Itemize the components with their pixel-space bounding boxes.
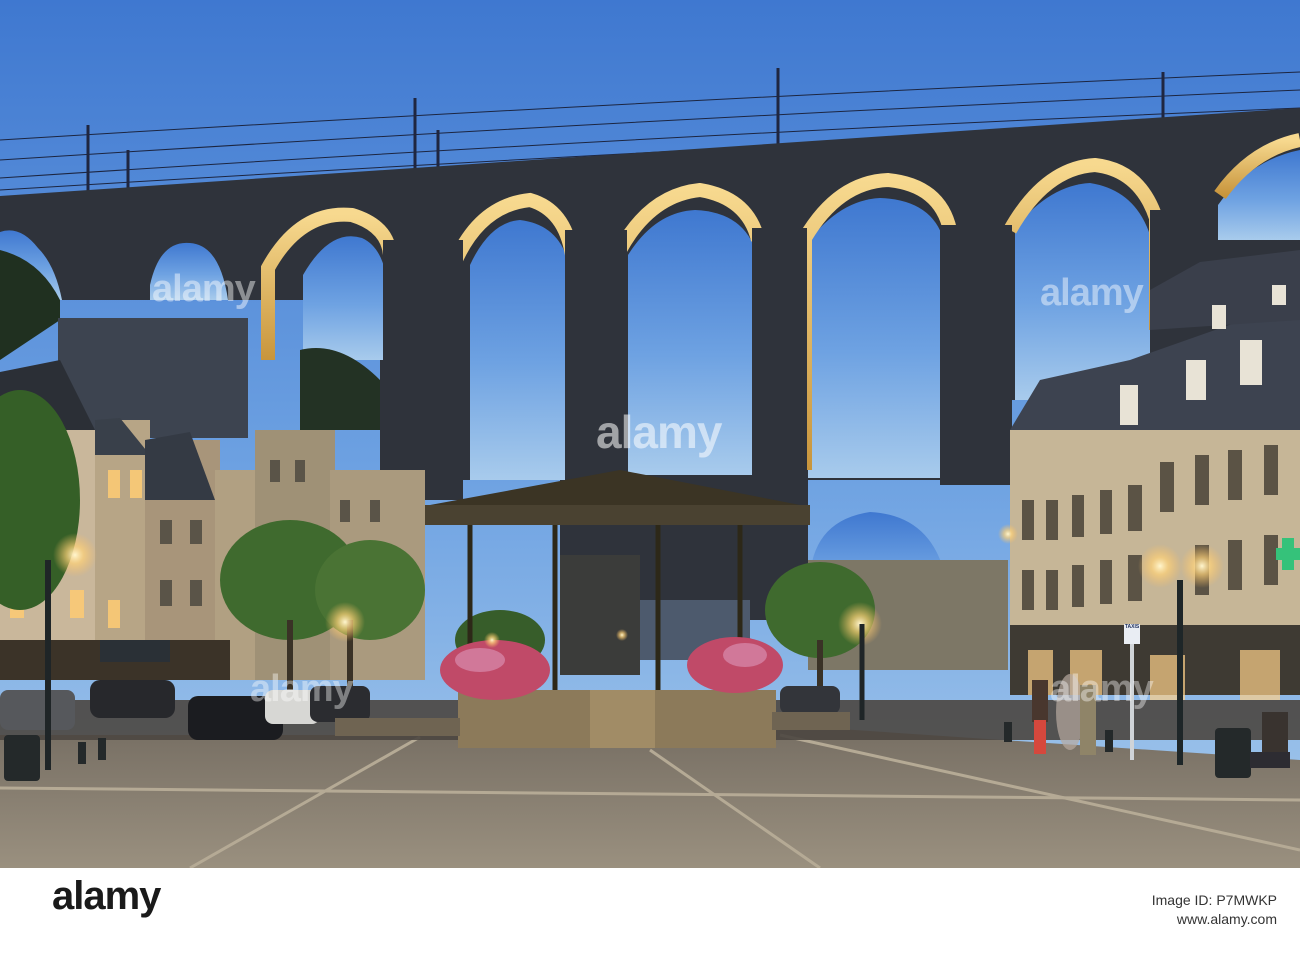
photo-viewer: alamy alamy alamy alamy alamy TAXIS alam… (0, 0, 1300, 957)
watermark-bottom-right: alamy (1050, 668, 1154, 710)
watermark-center: alamy (596, 406, 722, 458)
alamy-logo[interactable]: alamy (52, 874, 161, 919)
footer-bar (0, 868, 1300, 957)
watermark-top-left: alamy (152, 268, 256, 310)
site-url-link[interactable]: www.alamy.com (1177, 911, 1277, 927)
image-id-label: Image ID: P7MWKP (1151, 892, 1277, 908)
taxi-sign: TAXIS (1124, 624, 1140, 644)
watermark-bottom-left: alamy (250, 668, 354, 710)
planter (335, 718, 460, 736)
watermark-top-right: alamy (1040, 272, 1144, 314)
